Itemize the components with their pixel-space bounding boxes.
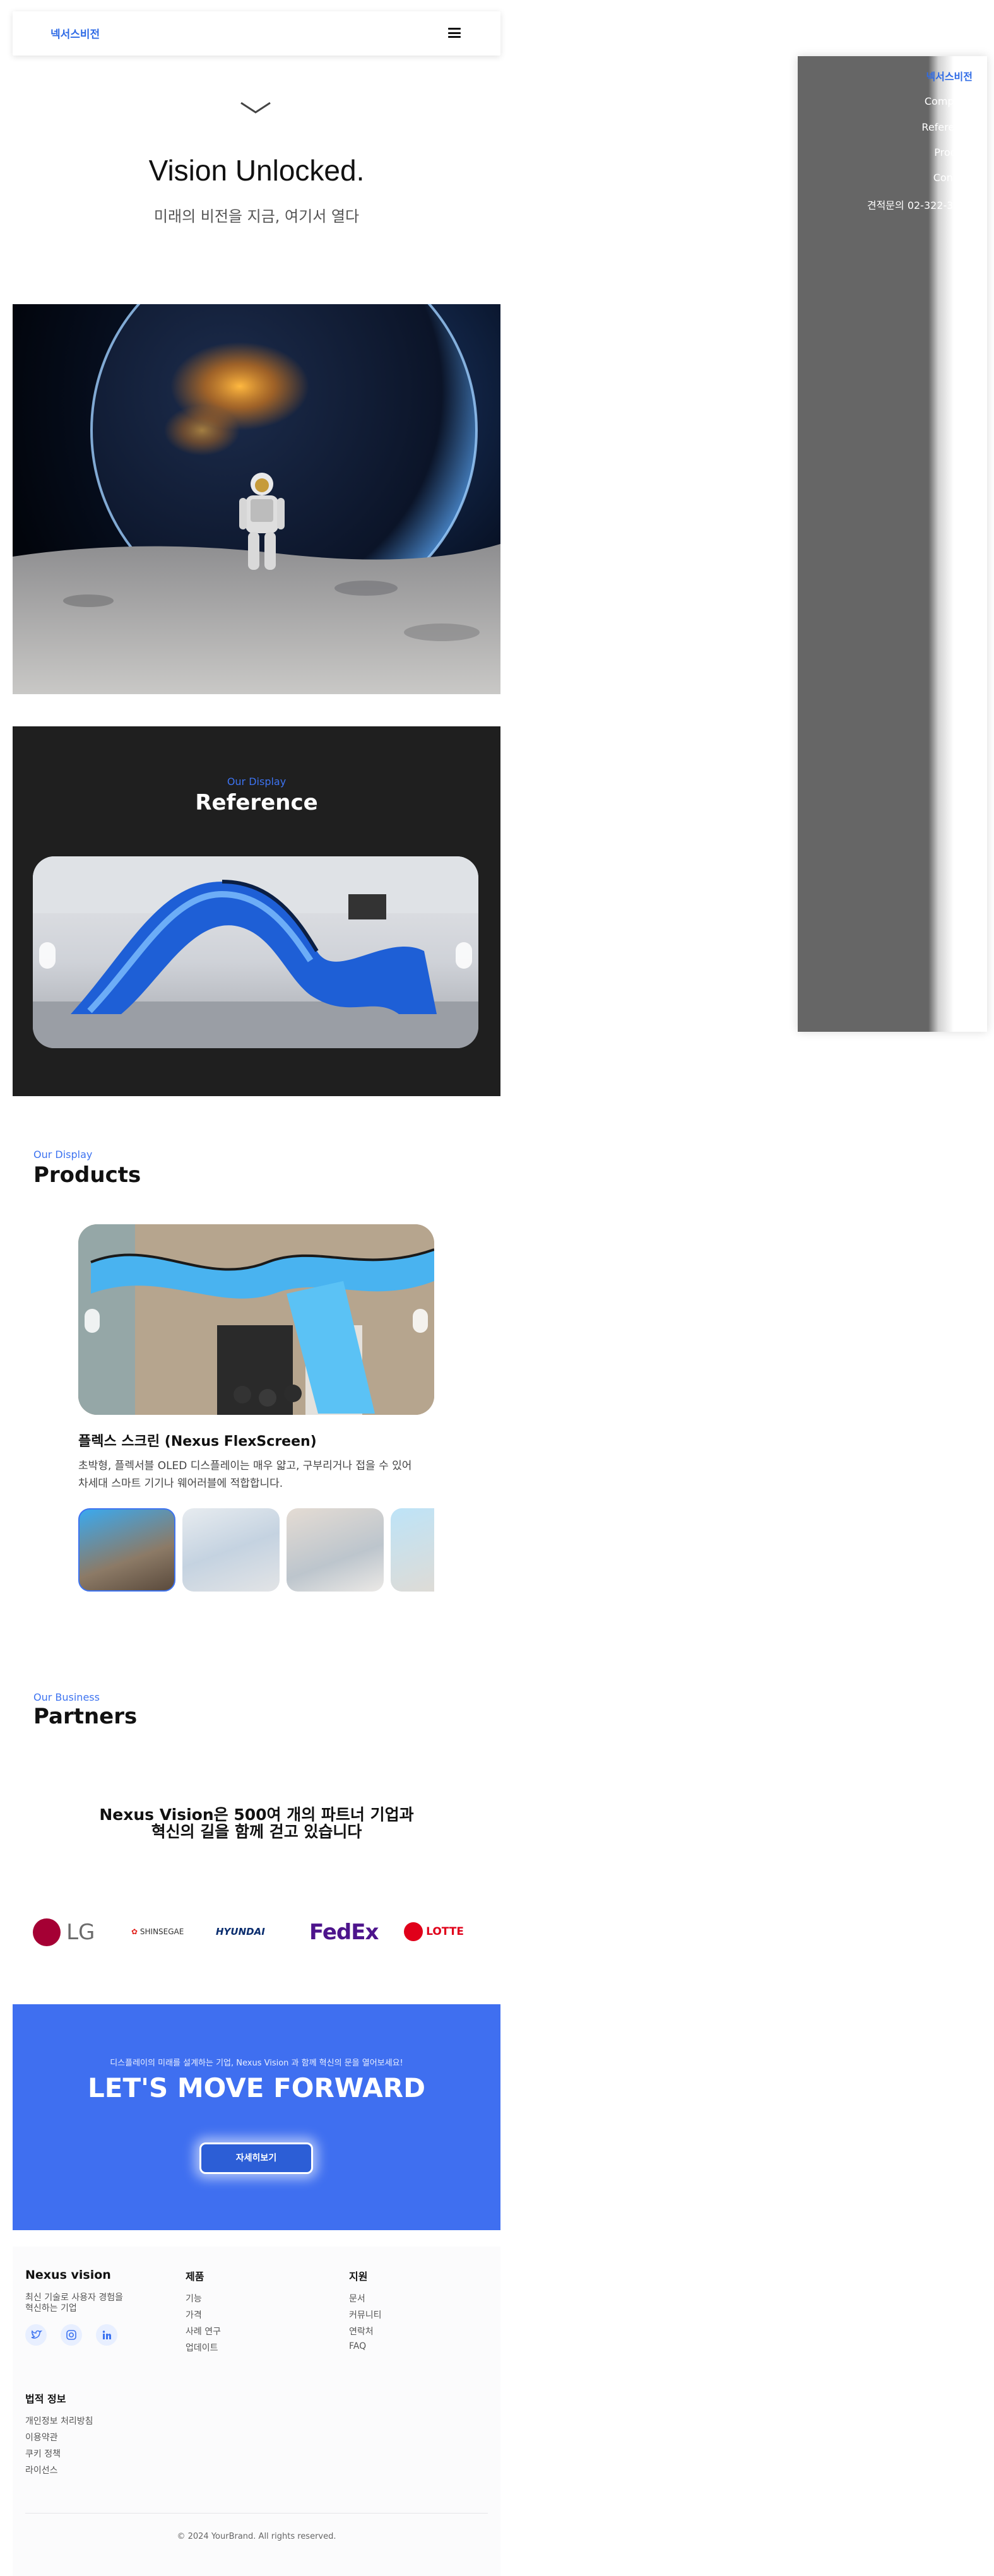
product-thumbnails [78,1508,434,1592]
footer-link[interactable]: FAQ [349,2341,366,2351]
drawer-contact-phone[interactable]: 견적문의 02-322-3220 [867,197,973,212]
product-prev-button[interactable] [85,1309,100,1333]
footer-link[interactable]: 개인정보 처리방침 [25,2414,93,2427]
footer-link[interactable]: 라이선스 [25,2464,58,2476]
drawer-item-product[interactable]: Product [934,146,973,158]
footer-description-line: 혁신하는 기업 [25,2303,77,2313]
hyundai-logo: HYUNDAI [216,1926,265,1937]
footer-products-title: 제품 [186,2271,204,2283]
cta-subtext: 디스플레이의 미래를 설계하는 기업, Nexus Vision 과 함께 혁신… [110,2059,403,2068]
product-thumbnail[interactable] [78,1508,175,1592]
twitter-icon[interactable] [25,2324,47,2346]
footer-link[interactable]: 커뮤니티 [349,2308,382,2321]
drawer-item-reference[interactable]: Reference [921,121,973,133]
fedex-logo: FedEx [309,1920,379,1945]
reference-title: Reference [195,790,318,815]
product-thumbnail[interactable] [391,1508,434,1592]
product-description-line: 초박형, 플렉서블 OLED 디스플레이는 매우 얇고, 구부리거나 접을 수 … [78,1460,412,1472]
lg-logo-mark [33,1918,61,1946]
footer-description: 최신 기술로 사용자 경험을 혁신하는 기업 [25,2293,151,2314]
footer-support-title: 지원 [349,2271,368,2283]
hero-subtitle: 미래의 비전을 지금, 여기서 열다 [153,208,360,225]
partners-text-line: 혁신의 길을 함께 걷고 있습니다 [151,1823,362,1841]
reference-eyebrow: Our Display [227,776,287,788]
reference-slide-image[interactable] [33,856,478,1048]
partners-eyebrow: Our Business [33,1691,100,1703]
footer-legal-title: 법적 정보 [25,2393,66,2405]
cta-section: 디스플레이의 미래를 설계하는 기업, Nexus Vision 과 함께 혁신… [13,2004,500,2230]
chevron-down-icon[interactable] [240,101,271,115]
header-logo[interactable]: 넥서스비전 [50,25,100,41]
footer-link[interactable]: 사례 연구 [186,2325,221,2337]
footer-link[interactable]: 가격 [186,2308,202,2321]
footer-link[interactable]: 연락처 [349,2325,374,2337]
footer-description-line: 최신 기술로 사용자 경험을 [25,2293,124,2303]
reference-section: Our Display Reference [13,726,500,1096]
cta-headline: LET'S MOVE FORWARD [88,2072,425,2103]
drawer-brand[interactable]: 넥서스비전 [926,68,973,83]
slide-prev-button[interactable] [39,942,56,969]
footer-link[interactable]: 이용약관 [25,2431,58,2443]
product-thumbnail[interactable] [182,1508,280,1592]
footer-link[interactable]: 문서 [349,2292,365,2305]
site-header: 넥서스비전 [13,11,500,56]
product-next-button[interactable] [413,1309,428,1333]
footer-link[interactable]: 기능 [186,2292,202,2305]
partner-logos: LG ✿ SHINSEGAE HYUNDAI FedEx LOTTE [13,1912,500,1956]
footer-brand: Nexus vision [25,2268,111,2282]
footer-link[interactable]: 쿠키 정책 [25,2447,61,2460]
drawer-item-company[interactable]: Company [925,95,973,107]
product-thumbnail[interactable] [287,1508,384,1592]
lotte-logo: LOTTE [404,1922,464,1941]
partners-title: Partners [33,1704,138,1729]
product-name: 플렉스 스크린 (Nexus FlexScreen) [78,1434,317,1450]
site-footer: Nexus vision 최신 기술로 사용자 경험을 혁신하는 기업 제품 기… [13,2247,500,2576]
product-description-line: 차세대 스마트 기기나 웨어러블에 적합합니다. [78,1477,283,1490]
lg-logo-text: LG [66,1920,95,1945]
lotte-logo-text: LOTTE [426,1925,464,1938]
lg-logo: LG [33,1918,95,1946]
shinsegae-logo-mark: ✿ [131,1927,138,1936]
drawer-item-contact[interactable]: Contact [933,172,973,184]
instagram-icon[interactable] [61,2324,82,2346]
footer-link[interactable]: 업데이트 [186,2341,218,2354]
products-title: Products [33,1162,141,1188]
product-description: 초박형, 플렉서블 OLED 디스플레이는 매우 얇고, 구부리거나 접을 수 … [78,1457,432,1492]
shinsegae-logo-text: SHINSEGAE [139,1927,184,1936]
footer-copyright: © 2024 YourBrand. All rights reserved. [177,2532,336,2541]
partners-text: Nexus Vision은 500여 개의 파트너 기업과 혁신의 길을 함께 … [13,1806,500,1840]
shinsegae-logo: ✿ SHINSEGAE [131,1927,184,1936]
products-eyebrow: Our Display [33,1149,93,1161]
cta-more-button[interactable]: 자세히보기 [199,2142,313,2174]
hamburger-icon[interactable] [448,28,461,38]
partners-text-line: Nexus Vision은 500여 개의 파트너 기업과 [99,1805,414,1824]
linkedin-icon[interactable] [96,2324,117,2346]
product-main-image[interactable] [78,1224,434,1415]
lotte-logo-mark [404,1922,423,1941]
slide-next-button[interactable] [456,942,472,969]
hero-title: Vision Unlocked. [148,154,365,187]
footer-divider [25,2513,488,2514]
hero-image-astronaut [13,304,500,694]
